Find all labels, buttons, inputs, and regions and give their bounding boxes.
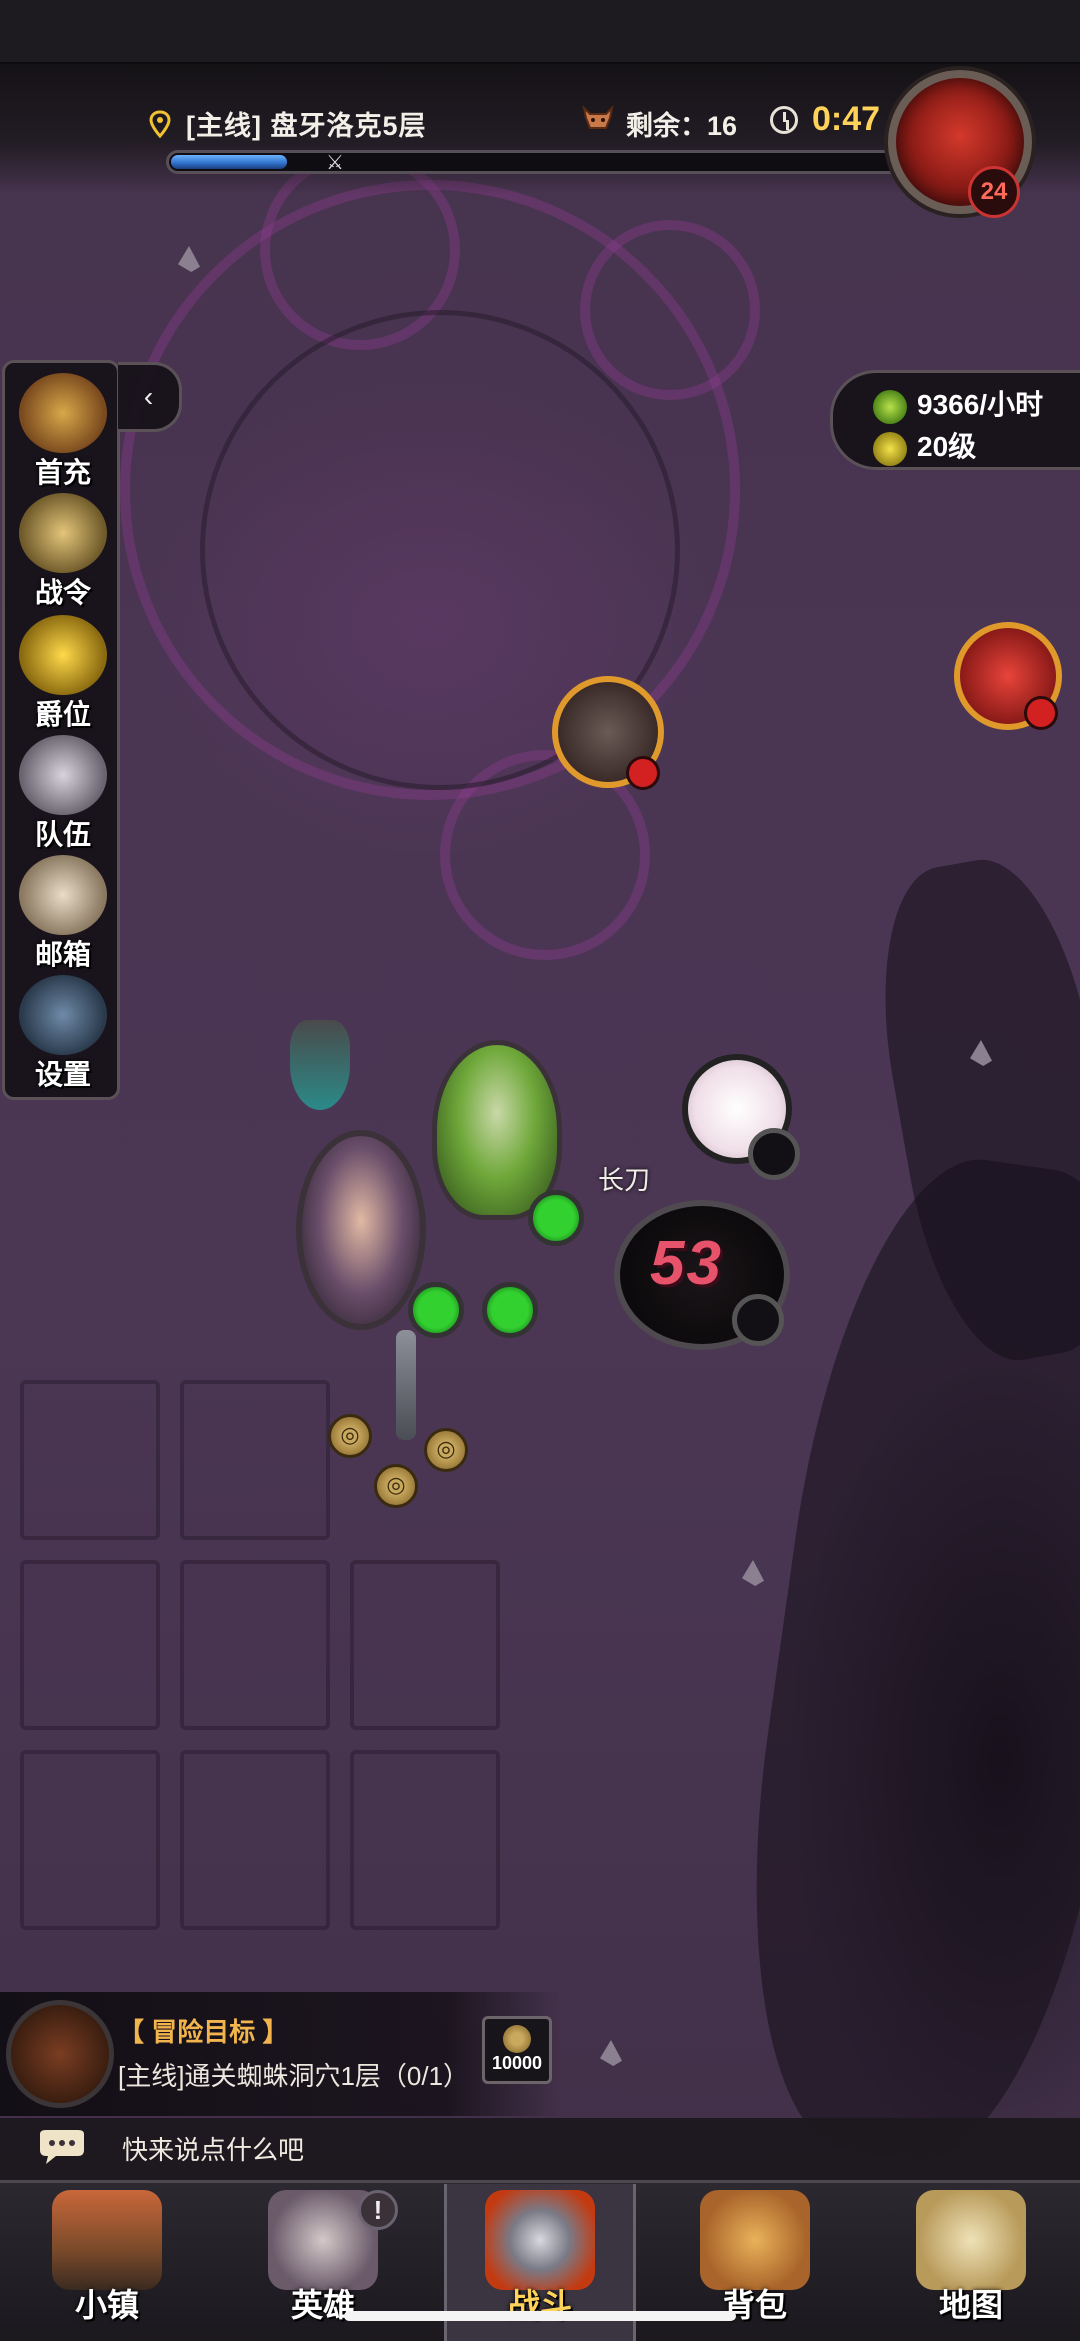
menu-battle-pass[interactable]: 战令 [11, 493, 115, 611]
idle-rate-row: 9366/小时 [873, 383, 1043, 424]
menu-team[interactable]: 队伍 [11, 735, 115, 853]
goal-reward-amount: 10000 [491, 2053, 543, 2073]
map-floor-tile [20, 1560, 160, 1730]
map-floor-tile [180, 1380, 330, 1540]
goal-reward[interactable]: 10000 [482, 2016, 552, 2084]
staff-head-icon [290, 1020, 350, 1110]
skill-slot-ready [528, 1190, 584, 1246]
side-menu: 首充 战令 爵位 队伍 邮箱 设置 [2, 360, 120, 1100]
gold-coin-drop[interactable]: ◎ [424, 1428, 468, 1472]
wave-progress-bar [166, 150, 902, 174]
map-floor-tile [180, 1560, 330, 1730]
map-floor-tile [350, 1560, 500, 1730]
skill-slot-ready [408, 1282, 464, 1338]
hero-alert-badge: ! [358, 2190, 398, 2230]
status-bar [0, 0, 1080, 64]
goal-title: 【 冒险目标 】 [118, 2017, 289, 2047]
monster-head-icon [582, 104, 614, 129]
quest-title: [主线] 盘牙洛克5层 [186, 111, 427, 141]
enemy-alert-badge [626, 756, 660, 790]
menu-settings[interactable]: 设置 [11, 975, 115, 1093]
map-magic-circle [580, 220, 760, 400]
skill-slot-ready [482, 1282, 538, 1338]
gear-icon [19, 975, 107, 1055]
goal-description: [主线]通关蜘蛛洞穴1层（0/1） [118, 2061, 470, 2091]
weapon-name-label: 长刀 [598, 1165, 651, 1195]
player-level-row: 20级 [873, 425, 976, 466]
remaining-enemies: 剩余：16 [626, 111, 738, 141]
idle-resources-panel[interactable]: 9366/小时 20级 [830, 370, 1080, 470]
skill-slot-empty [748, 1128, 800, 1180]
map-rock [178, 246, 200, 272]
armor-icon [873, 431, 907, 466]
chat-bubble-icon [40, 2130, 84, 2164]
treasure-chest-icon [19, 373, 107, 453]
map-floor-tile [20, 1750, 160, 1930]
staff-icon [396, 1330, 416, 1440]
wave-progress-fill [171, 155, 287, 169]
map-floor-tile [180, 1750, 330, 1930]
enemy-alert-badge [1024, 696, 1058, 730]
quest-book-icon[interactable] [6, 2000, 114, 2108]
nav-town[interactable]: 小镇 [12, 2184, 202, 2341]
boss-level-badge: 24 [968, 166, 1020, 218]
gold-coin-drop[interactable]: ◎ [328, 1414, 372, 1458]
hero-night-elf[interactable] [296, 1130, 426, 1330]
town-icon [52, 2190, 162, 2290]
exp-potion-icon [873, 389, 907, 424]
gold-coin-drop[interactable]: ◎ [374, 1464, 418, 1508]
menu-rank[interactable]: 爵位 [11, 615, 115, 733]
map-rock [742, 1560, 764, 1586]
skill-slot-empty [732, 1294, 784, 1346]
team-icon [19, 735, 107, 815]
mail-icon [19, 855, 107, 935]
nav-map[interactable]: 地图 [876, 2184, 1066, 2341]
player-level-value: 20级 [917, 431, 977, 462]
collapse-menu-button[interactable]: ‹ [118, 362, 182, 432]
location-pin-icon [149, 110, 171, 138]
map-scroll-icon [916, 2190, 1026, 2290]
progress-sword-icon: ⚔ [326, 152, 344, 174]
map-rock [600, 2040, 622, 2066]
home-indicator [344, 2311, 736, 2321]
menu-first-recharge[interactable]: 首充 [11, 373, 115, 491]
chat-placeholder[interactable]: 快来说点什么吧 [122, 2130, 304, 2167]
damage-number: 53 [650, 1229, 723, 1298]
menu-mailbox[interactable]: 邮箱 [11, 855, 115, 973]
clock-icon [770, 106, 798, 134]
battle-pass-icon [19, 493, 107, 573]
idle-rate-value: 9366/小时 [917, 389, 1044, 420]
backpack-icon [700, 2190, 810, 2290]
crown-icon [19, 615, 107, 695]
map-floor-tile [20, 1380, 160, 1540]
stage-timer: 0:47 [812, 100, 881, 138]
gold-coin-icon [503, 2025, 531, 2053]
map-floor-tile [350, 1750, 500, 1930]
crossed-swords-icon [485, 2190, 595, 2290]
